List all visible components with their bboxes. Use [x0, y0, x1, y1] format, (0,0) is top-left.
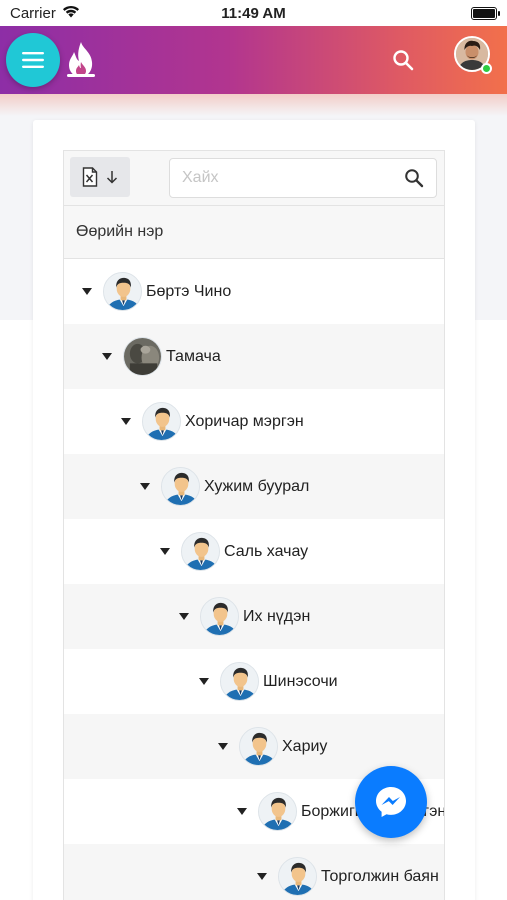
column-header-name[interactable]: Өөрийн нэр — [64, 206, 444, 259]
table-toolbar — [64, 151, 444, 206]
expand-caret-icon[interactable] — [199, 678, 209, 685]
person-avatar-icon — [103, 272, 142, 311]
person-avatar-icon — [278, 857, 317, 896]
online-status-dot — [481, 63, 492, 74]
hamburger-icon — [22, 52, 44, 68]
expand-caret-icon[interactable] — [102, 353, 112, 360]
wifi-icon — [62, 5, 80, 22]
arrow-down-icon — [106, 171, 118, 184]
person-avatar-icon — [181, 532, 220, 571]
search-icon — [393, 50, 414, 71]
search-icon[interactable] — [404, 168, 424, 188]
expand-caret-icon[interactable] — [257, 873, 267, 880]
messenger-icon — [376, 787, 406, 817]
expand-caret-icon[interactable] — [160, 548, 170, 555]
node-name: Хужим буурал — [204, 477, 310, 495]
search-input[interactable] — [182, 169, 404, 187]
expand-caret-icon[interactable] — [121, 418, 131, 425]
node-name: Тамача — [166, 347, 221, 365]
messenger-chat-button[interactable] — [355, 766, 427, 838]
header-search-button[interactable] — [386, 43, 420, 77]
tree-row[interactable]: Бөртэ Чино — [64, 259, 444, 324]
user-avatar-button[interactable] — [454, 36, 492, 74]
tree-row[interactable]: Шинэсочи — [64, 649, 444, 714]
flame-logo[interactable] — [64, 40, 98, 80]
person-avatar-icon — [161, 467, 200, 506]
node-name: Шинэсочи — [263, 672, 338, 690]
expand-caret-icon[interactable] — [82, 288, 92, 295]
app-header — [0, 26, 507, 94]
excel-export-button[interactable] — [70, 157, 130, 197]
carrier-label: Carrier — [10, 4, 56, 22]
expand-caret-icon[interactable] — [179, 613, 189, 620]
excel-export-icon — [82, 167, 98, 187]
expand-caret-icon[interactable] — [140, 483, 150, 490]
person-avatar-icon — [239, 727, 278, 766]
person-avatar-icon — [142, 402, 181, 441]
person-avatar-icon — [200, 597, 239, 636]
expand-caret-icon[interactable] — [237, 808, 247, 815]
menu-button[interactable] — [6, 33, 60, 87]
tree-row[interactable]: Хужим буурал — [64, 454, 444, 519]
status-bar: Carrier 11:49 AM — [0, 0, 507, 26]
tree-row[interactable]: Торголжин баян — [64, 844, 444, 900]
tree-row[interactable]: Саль хачау — [64, 519, 444, 584]
search-field[interactable] — [169, 158, 437, 198]
header-shadow — [0, 94, 507, 116]
node-name: Хариу — [282, 737, 328, 755]
node-name: Их нүдэн — [243, 607, 311, 625]
node-name: Хоричар мэргэн — [185, 412, 304, 430]
tree-row[interactable]: Их нүдэн — [64, 584, 444, 649]
battery-icon — [471, 6, 500, 20]
photo-avatar-icon — [123, 337, 162, 376]
person-avatar-icon — [258, 792, 297, 831]
node-name: Торголжин баян — [321, 867, 439, 885]
tree-row[interactable]: Хоричар мэргэн — [64, 389, 444, 454]
status-carrier-group: Carrier — [10, 5, 80, 22]
person-avatar-icon — [220, 662, 259, 701]
expand-caret-icon[interactable] — [218, 743, 228, 750]
node-name: Саль хачау — [224, 542, 309, 560]
tree-row[interactable]: Тамача — [64, 324, 444, 389]
node-name: Бөртэ Чино — [146, 282, 232, 300]
